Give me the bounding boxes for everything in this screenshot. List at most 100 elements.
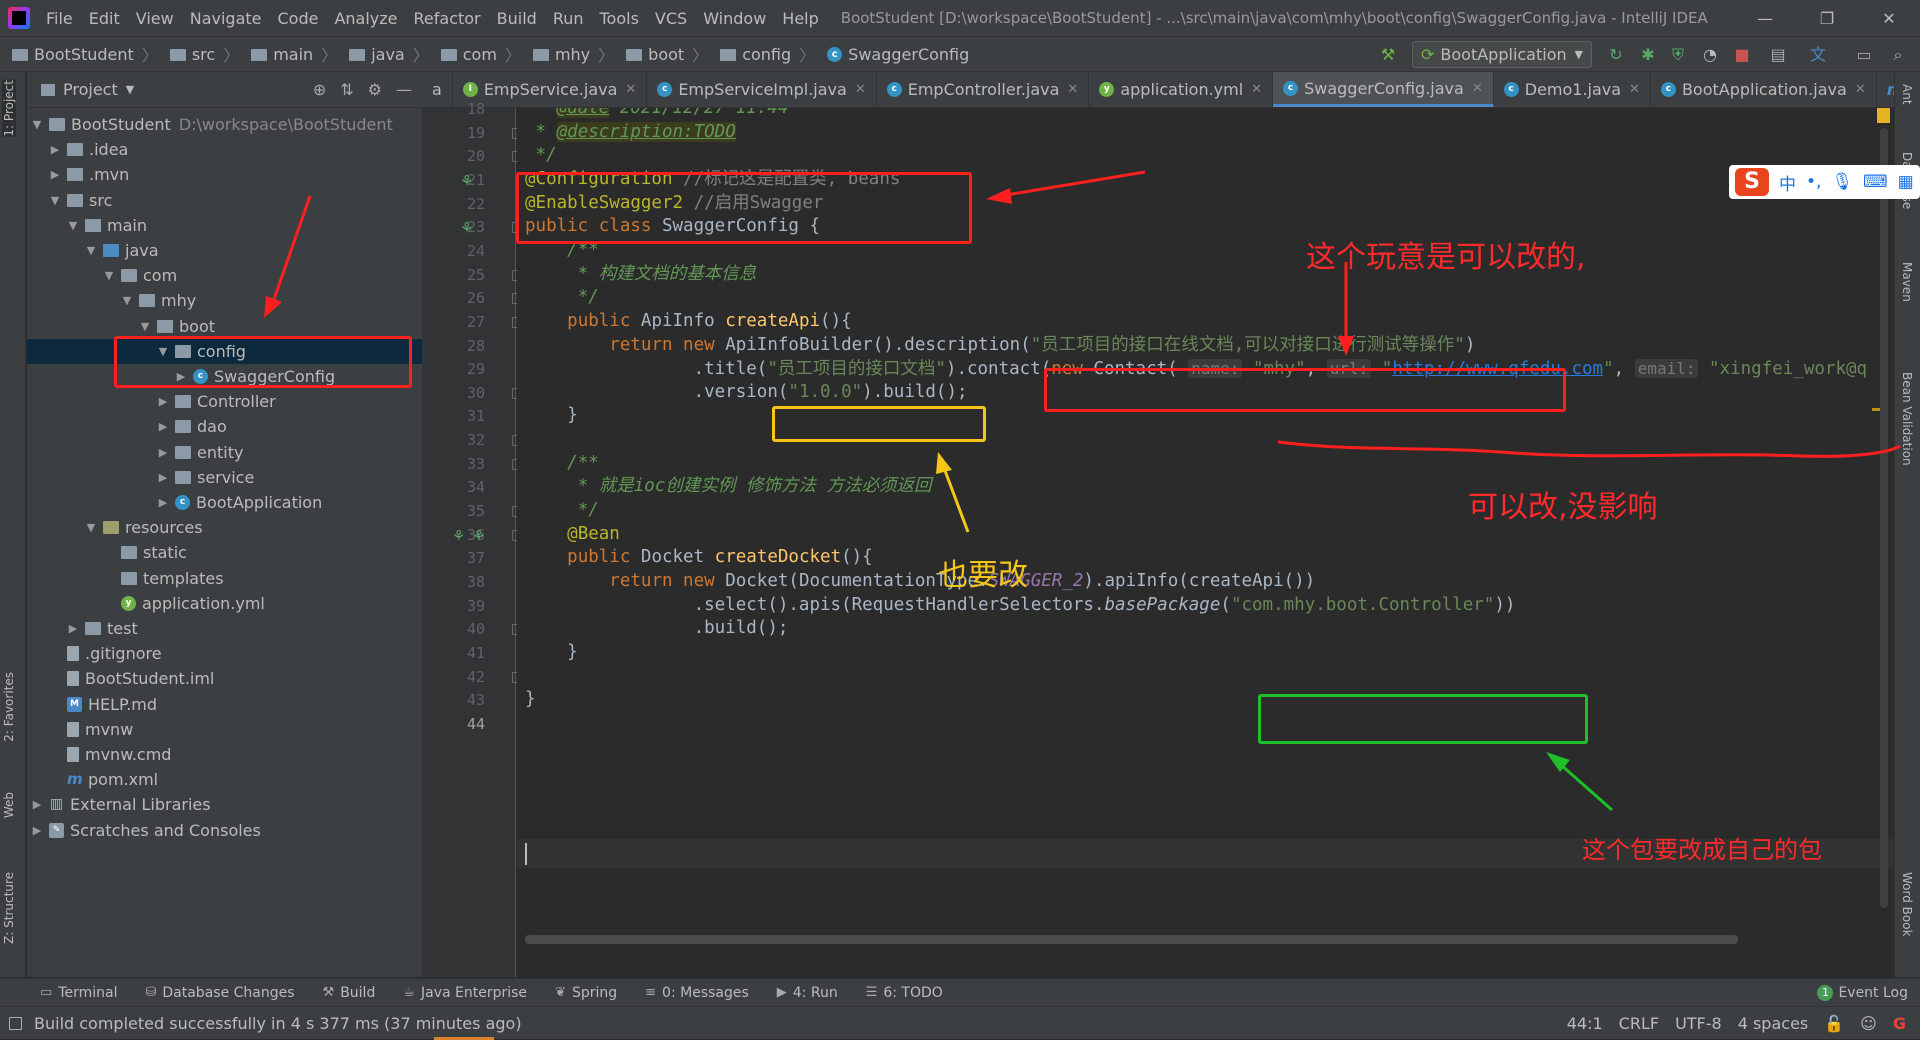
menu-item-build[interactable]: Build [489,9,545,28]
maven-tool-tab[interactable]: Maven [1900,262,1914,302]
menu-item-help[interactable]: Help [774,9,826,28]
restore-button[interactable]: ❐ [1796,0,1858,36]
ant-tool-tab[interactable]: Ant [1900,84,1914,105]
tree-item[interactable]: templates [27,566,422,591]
stop-icon[interactable]: ■ [1732,45,1752,65]
tree-item[interactable]: ▶ service [27,465,422,490]
status-toggle-icon[interactable] [9,1017,22,1030]
tool-window-tab[interactable]: ⛁ Database Changes [131,985,308,1001]
editor-tab[interactable]: mp [1877,72,1894,107]
tool-window-tab[interactable]: ❦ Spring [541,985,631,1001]
breadcrumb-item[interactable]: com 〉 [435,42,527,66]
breadcrumb-item[interactable]: main 〉 [245,42,343,66]
spring-bean-icon[interactable]: ⚘ [460,172,473,190]
tree-item[interactable]: ▶ dao [27,414,422,439]
search-icon[interactable]: ⌕ [1888,45,1908,65]
microphone-icon[interactable]: 🎙 [1831,172,1853,192]
editor-tab[interactable]: c BootApplication.java ✕ [1651,72,1877,107]
collapsed-arrow-icon[interactable]: ▶ [155,446,171,459]
menu-item-refactor[interactable]: Refactor [406,9,489,28]
menu-item-code[interactable]: Code [270,9,327,28]
debug-icon[interactable]: ✱ [1638,45,1658,65]
chevron-down-icon[interactable]: ▼ [126,83,134,96]
close-tab-icon[interactable]: ✕ [1629,82,1640,97]
tree-item[interactable]: m pom.xml [27,767,422,792]
indent-setting[interactable]: 4 spaces [1738,1014,1809,1033]
collapsed-arrow-icon[interactable]: ▶ [155,471,171,484]
bean-validation-tool-tab[interactable]: Bean Validation [1900,372,1914,466]
coverage-icon[interactable]: ⛨ [1668,45,1688,65]
hide-icon[interactable]: — [396,80,412,99]
tree-item[interactable]: M HELP.md [27,692,422,717]
editor-tab[interactable]: c EmpServiceImpl.java ✕ [647,72,877,107]
rerun-icon[interactable]: ↻ [1606,45,1626,65]
tree-item[interactable]: .gitignore [27,641,422,666]
word-book-tool-tab[interactable]: Word Book [1900,872,1914,937]
tool-window-tab[interactable]: ☕ Java Enterprise [389,985,541,1001]
status-message[interactable]: Build completed successfully in 4 s 377 … [34,1014,522,1033]
collapsed-arrow-icon[interactable]: ▶ [155,420,171,433]
spring-bean-icon[interactable]: ⚘ [472,527,485,545]
tree-item[interactable]: ▶ ✎ Scratches and Consoles [27,818,422,843]
breadcrumb-item[interactable]: mhy 〉 [527,42,620,66]
editor-tab[interactable]: c Demo1.java ✕ [1494,72,1651,107]
tool-window-tab[interactable]: ▶ 4: Run [763,985,852,1001]
minimize-button[interactable]: — [1734,0,1796,36]
menu-item-analyze[interactable]: Analyze [326,9,405,28]
menu-item-navigate[interactable]: Navigate [182,9,270,28]
line-separator[interactable]: CRLF [1619,1014,1659,1033]
translate-icon[interactable]: ⽂ [1808,45,1828,65]
expanded-arrow-icon[interactable]: ▼ [29,118,45,131]
expanded-arrow-icon[interactable]: ▼ [47,194,63,207]
tool-window-tab[interactable]: ▭ Terminal [26,985,131,1001]
breadcrumb-item[interactable]: boot 〉 [620,42,714,66]
tree-item[interactable]: ▼ src [27,188,422,213]
project-tool-tab[interactable]: 1: Project [2,80,16,137]
code-line[interactable]: } [525,638,578,667]
breadcrumb-item[interactable]: config 〉 [714,42,821,66]
horizontal-scrollbar[interactable] [525,935,1738,944]
tool-window-tab[interactable]: ⚒ Build [309,985,390,1001]
gear-icon[interactable]: ⚙ [368,80,382,99]
collapsed-arrow-icon[interactable]: ▶ [155,395,171,408]
code-line[interactable]: } [525,401,578,430]
collapsed-arrow-icon[interactable]: ▶ [47,168,63,181]
tree-item[interactable]: mvnw [27,717,422,742]
menu-item-edit[interactable]: Edit [81,9,128,28]
menu-item-vcs[interactable]: VCS [647,9,695,28]
web-tool-tab[interactable]: Web [2,792,16,818]
collapsed-arrow-icon[interactable]: ▶ [155,496,171,509]
layout-icon[interactable]: ▭ [1854,45,1874,65]
expanded-arrow-icon[interactable]: ▼ [83,521,99,534]
tree-item[interactable]: ▼ BootStudent D:\workspace\BootStudent [27,112,422,137]
tree-item[interactable]: ▼ mhy [27,288,422,313]
code-line[interactable]: } [525,685,536,714]
tree-item[interactable]: ▼ com [27,263,422,288]
expanded-arrow-icon[interactable]: ▼ [65,219,81,232]
file-encoding[interactable]: UTF-8 [1675,1014,1722,1033]
close-tab-icon[interactable]: ✕ [855,82,866,97]
expanded-arrow-icon[interactable]: ▼ [137,320,153,333]
collapsed-arrow-icon[interactable]: ▶ [65,622,81,635]
close-tab-icon[interactable]: ✕ [625,82,636,97]
run-configuration-select[interactable]: ⟳ BootApplication ▼ [1412,41,1592,68]
close-tab-icon[interactable]: ✕ [1855,82,1866,97]
tree-item[interactable]: ▶ ▥ External Libraries [27,792,422,817]
ime-mode-label[interactable]: 中 [1779,170,1796,195]
apps-grid-icon[interactable]: ▦ [1898,172,1914,192]
editor-tab[interactable]: y application.yml ✕ [1089,72,1274,107]
hector-icon[interactable]: ☺ [1860,1014,1877,1033]
menu-item-run[interactable]: Run [545,9,592,28]
tree-item[interactable]: ▶ .idea [27,137,422,162]
profile-icon[interactable]: ◔ [1700,45,1720,65]
structure-tool-tab[interactable]: Z: Structure [2,872,16,944]
tree-item[interactable]: ▶ test [27,616,422,641]
project-view-select[interactable]: Project [63,80,118,99]
breadcrumb-item[interactable]: java 〉 [343,42,435,66]
google-icon[interactable]: G [1893,1014,1906,1033]
tree-item[interactable]: ▶ Controller [27,389,422,414]
caret-position[interactable]: 44:1 [1567,1014,1603,1033]
breadcrumb-item[interactable]: c SwaggerConfig [821,45,975,64]
spring-bean-icon[interactable]: ⚘ [452,527,465,545]
collapsed-arrow-icon[interactable]: ▶ [29,824,45,837]
